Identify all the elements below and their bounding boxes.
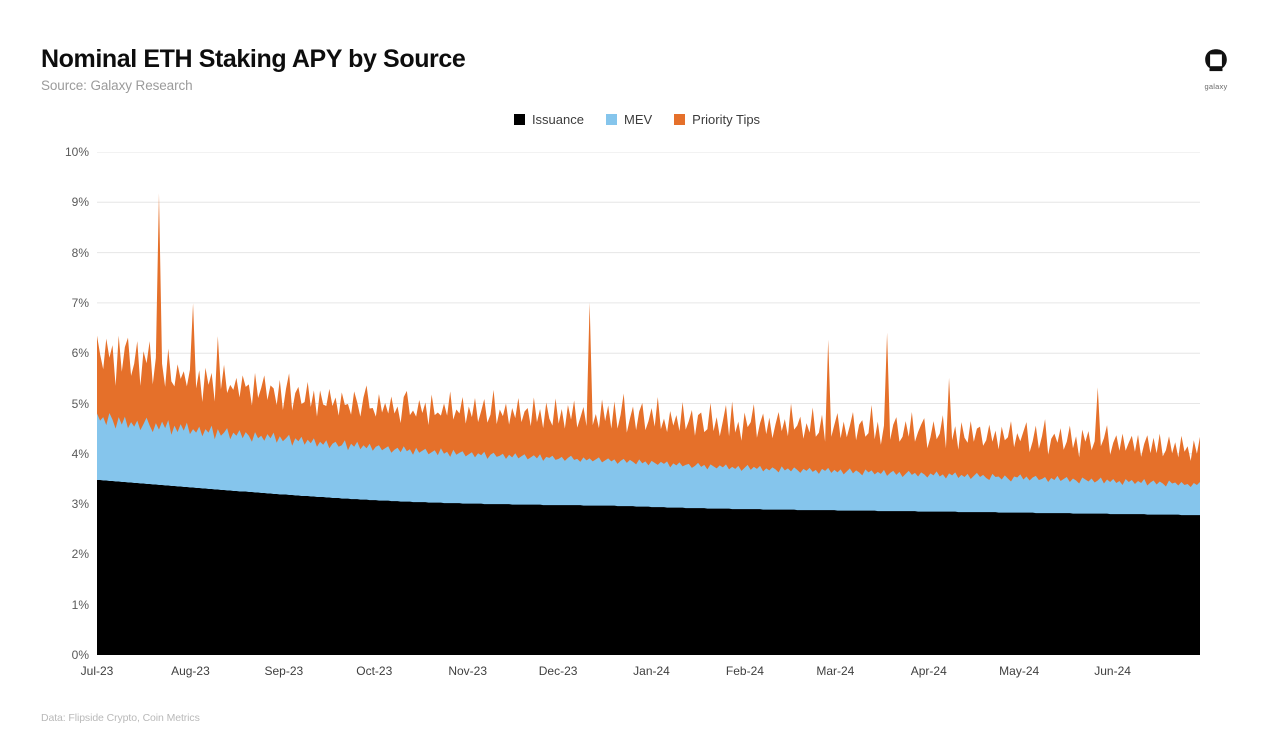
brand-name: galaxy <box>1188 82 1244 91</box>
y-axis-tick-label: 1% <box>41 598 89 612</box>
x-axis-tick-label: Oct-23 <box>356 664 392 678</box>
chart-page: Nominal ETH Staking APY by Source Source… <box>0 0 1274 756</box>
data-source-note: Data: Flipside Crypto, Coin Metrics <box>41 712 200 724</box>
y-axis-tick-label: 8% <box>41 246 89 260</box>
x-axis-tick-label: Jan-24 <box>633 664 670 678</box>
x-axis-tick-label: Jul-23 <box>81 664 114 678</box>
y-axis-tick-label: 3% <box>41 497 89 511</box>
galaxy-logo-icon <box>1203 48 1229 74</box>
y-axis-tick-label: 6% <box>41 346 89 360</box>
legend-label: Priority Tips <box>692 112 760 127</box>
stacked-area-chart <box>97 152 1200 655</box>
x-axis-tick-label: Feb-24 <box>726 664 764 678</box>
y-axis-tick-label: 4% <box>41 447 89 461</box>
legend-item-mev[interactable]: MEV <box>606 112 652 127</box>
legend-swatch-icon <box>674 114 685 125</box>
x-axis-tick-label: May-24 <box>999 664 1039 678</box>
page-title: Nominal ETH Staking APY by Source <box>41 44 465 74</box>
chart-legend: Issuance MEV Priority Tips <box>0 112 1274 127</box>
y-axis-tick-label: 10% <box>41 145 89 159</box>
area-series-group <box>97 193 1200 655</box>
y-axis-tick-label: 2% <box>41 547 89 561</box>
brand-logo: galaxy <box>1188 48 1244 91</box>
y-axis-tick-label: 5% <box>41 397 89 411</box>
x-axis-tick-label: Aug-23 <box>171 664 210 678</box>
legend-swatch-icon <box>606 114 617 125</box>
legend-label: MEV <box>624 112 652 127</box>
x-axis-tick-label: Dec-23 <box>539 664 578 678</box>
x-axis-tick-label: Jun-24 <box>1094 664 1131 678</box>
x-axis-tick-label: Apr-24 <box>911 664 947 678</box>
chart-subtitle: Source: Galaxy Research <box>41 78 465 93</box>
y-axis: 0%1%2%3%4%5%6%7%8%9%10% <box>41 152 89 655</box>
legend-label: Issuance <box>532 112 584 127</box>
x-axis-tick-label: Mar-24 <box>816 664 854 678</box>
y-axis-tick-label: 0% <box>41 648 89 662</box>
y-axis-tick-label: 7% <box>41 296 89 310</box>
plot-area <box>97 152 1200 655</box>
legend-item-issuance[interactable]: Issuance <box>514 112 584 127</box>
legend-swatch-icon <box>514 114 525 125</box>
x-axis: Jul-23Aug-23Sep-23Oct-23Nov-23Dec-23Jan-… <box>97 664 1200 688</box>
x-axis-tick-label: Nov-23 <box>448 664 487 678</box>
legend-item-priority-tips[interactable]: Priority Tips <box>674 112 760 127</box>
chart-header: Nominal ETH Staking APY by Source Source… <box>41 44 465 93</box>
x-axis-tick-label: Sep-23 <box>264 664 303 678</box>
y-axis-tick-label: 9% <box>41 195 89 209</box>
